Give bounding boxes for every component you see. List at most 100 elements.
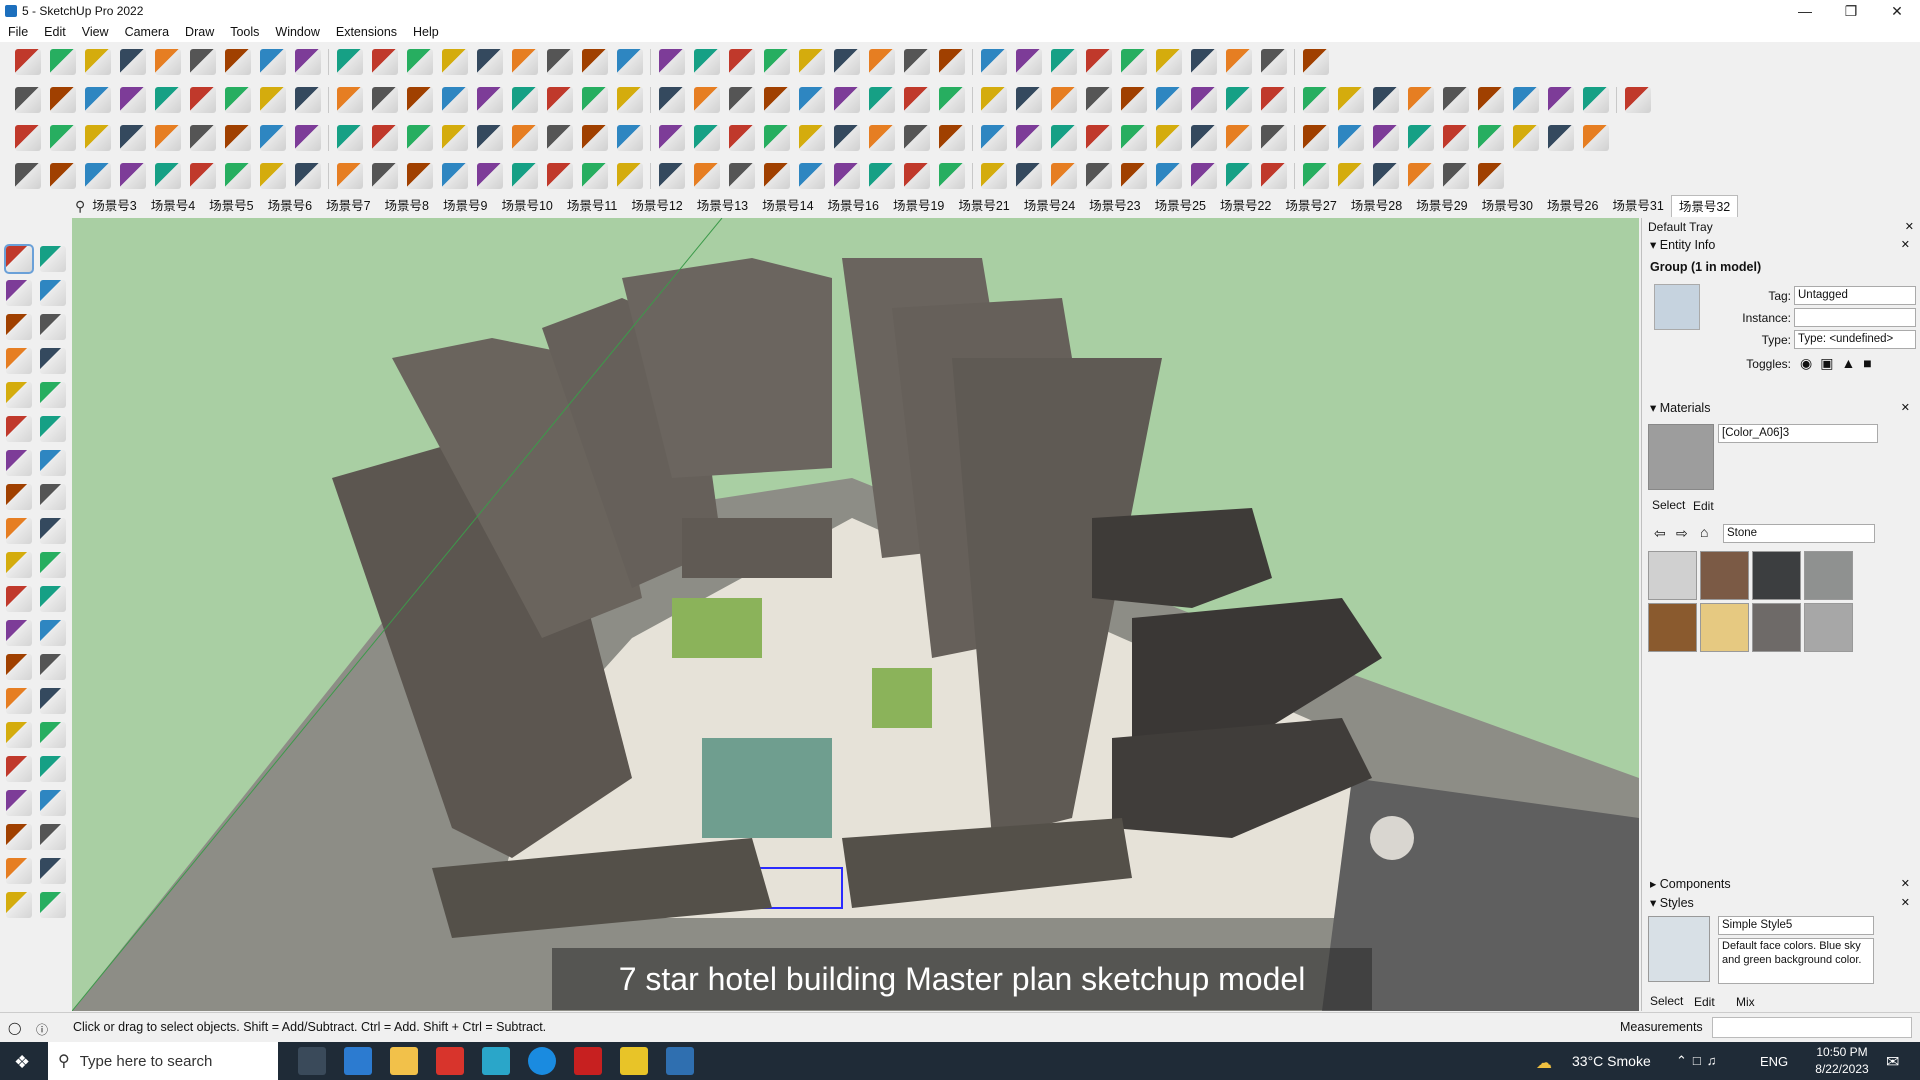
toolbar-tool-icon[interactable] (939, 163, 965, 189)
toolbar-tool-icon[interactable] (1191, 87, 1217, 113)
toolbar-tool-icon[interactable] (1156, 87, 1182, 113)
menu-file[interactable]: File (0, 22, 36, 42)
toolbar-tool-icon[interactable] (904, 163, 930, 189)
model-viewport[interactable]: 7 star hotel building Master plan sketch… (72, 218, 1639, 1011)
toolbar-tool-icon[interactable] (1303, 49, 1329, 75)
styles-tab-select[interactable]: Select (1650, 994, 1683, 1008)
toolbar-tool-icon[interactable] (442, 125, 468, 151)
scene-tab[interactable]: 场景号13 (690, 195, 755, 217)
toolbar-tool-icon[interactable] (1226, 87, 1252, 113)
toolbar-tool-icon[interactable] (190, 163, 216, 189)
left-tool-icon[interactable] (40, 382, 66, 408)
left-tool-icon[interactable] (40, 246, 66, 272)
toolbar-tool-icon[interactable] (50, 87, 76, 113)
toolbar-tool-icon[interactable] (1443, 125, 1469, 151)
nav-forward-icon[interactable]: ⇨ (1676, 525, 1688, 542)
toolbar-tool-icon[interactable] (1121, 49, 1147, 75)
scene-tab[interactable]: 场景号24 (1017, 195, 1082, 217)
left-tool-icon[interactable] (40, 450, 66, 476)
toolbar-tool-icon[interactable] (190, 49, 216, 75)
tray-close-icon[interactable]: ✕ (1905, 218, 1914, 236)
toolbar-tool-icon[interactable] (1191, 125, 1217, 151)
toolbar-tool-icon[interactable] (1373, 163, 1399, 189)
toolbar-tool-icon[interactable] (1226, 49, 1252, 75)
scene-tab[interactable]: 场景号12 (624, 195, 689, 217)
file-explorer-icon[interactable] (390, 1047, 418, 1075)
toolbar-tool-icon[interactable] (834, 125, 860, 151)
toolbar-tool-icon[interactable] (477, 87, 503, 113)
toolbar-tool-icon[interactable] (50, 49, 76, 75)
toolbar-tool-icon[interactable] (1226, 125, 1252, 151)
toolbar-tool-icon[interactable] (869, 49, 895, 75)
toolbar-tool-icon[interactable] (372, 49, 398, 75)
toolbar-tool-icon[interactable] (15, 49, 41, 75)
toolbar-tool-icon[interactable] (85, 125, 111, 151)
left-tool-icon[interactable] (6, 620, 32, 646)
toolbar-tool-icon[interactable] (1016, 163, 1042, 189)
toolbar-tool-icon[interactable] (834, 49, 860, 75)
toolbar-tool-icon[interactable] (617, 49, 643, 75)
toolbar-tool-icon[interactable] (295, 125, 321, 151)
scene-tab[interactable]: 场景号11 (560, 195, 624, 217)
toolbar-tool-icon[interactable] (1408, 163, 1434, 189)
toolbar-tool-icon[interactable] (729, 87, 755, 113)
toolbar-tool-icon[interactable] (1156, 163, 1182, 189)
nav-back-icon[interactable]: ⇦ (1654, 525, 1666, 542)
toolbar-tool-icon[interactable] (1086, 163, 1112, 189)
materials-tab-edit[interactable]: Edit (1693, 499, 1714, 513)
instance-input[interactable] (1794, 308, 1916, 327)
toolbar-tool-icon[interactable] (834, 163, 860, 189)
toolbar-tool-icon[interactable] (337, 87, 363, 113)
toolbar-tool-icon[interactable] (547, 163, 573, 189)
left-tool-icon[interactable] (40, 314, 66, 340)
toolbar-tool-icon[interactable] (1086, 49, 1112, 75)
toolbar-tool-icon[interactable] (1625, 87, 1651, 113)
toolbar-tool-icon[interactable] (407, 87, 433, 113)
toolbar-tool-icon[interactable] (1443, 163, 1469, 189)
toolbar-tool-icon[interactable] (1156, 49, 1182, 75)
toolbar-tool-icon[interactable] (1548, 125, 1574, 151)
left-tool-icon[interactable] (40, 824, 66, 850)
toolbar-tool-icon[interactable] (260, 163, 286, 189)
scene-tab[interactable]: 场景号8 (378, 195, 436, 217)
scene-tab[interactable]: 场景号30 (1475, 195, 1540, 217)
left-tool-icon[interactable] (6, 314, 32, 340)
toolbar-tool-icon[interactable] (659, 87, 685, 113)
left-tool-icon[interactable] (4, 244, 34, 274)
toolbar-tool-icon[interactable] (120, 163, 146, 189)
toolbar-tool-icon[interactable] (295, 49, 321, 75)
left-tool-icon[interactable] (40, 552, 66, 578)
left-tool-icon[interactable] (40, 484, 66, 510)
toolbar-tool-icon[interactable] (1086, 87, 1112, 113)
scene-tab[interactable]: 场景号19 (886, 195, 951, 217)
tag-select[interactable]: Untagged (1794, 286, 1916, 305)
toolbar-tool-icon[interactable] (477, 49, 503, 75)
toolbar-tool-icon[interactable] (1261, 49, 1287, 75)
scene-tab[interactable]: 场景号23 (1082, 195, 1147, 217)
material-swatch[interactable] (1804, 603, 1853, 652)
toolbar-tool-icon[interactable] (1408, 125, 1434, 151)
toolbar-tool-icon[interactable] (1051, 125, 1077, 151)
scene-tab[interactable]: 场景号25 (1148, 195, 1213, 217)
minimize-icon[interactable]: — (1782, 0, 1828, 22)
toolbar-tool-icon[interactable] (764, 49, 790, 75)
toolbar-tool-icon[interactable] (120, 49, 146, 75)
toolbar-tool-icon[interactable] (547, 49, 573, 75)
toolbar-tool-icon[interactable] (1261, 87, 1287, 113)
task-view-icon[interactable] (298, 1047, 326, 1075)
sketchup-taskbar-icon[interactable] (666, 1047, 694, 1075)
toolbar-tool-icon[interactable] (659, 49, 685, 75)
toolbar-tool-icon[interactable] (337, 125, 363, 151)
toolbar-tool-icon[interactable] (1513, 125, 1539, 151)
toolbar-tool-icon[interactable] (407, 125, 433, 151)
left-tool-icon[interactable] (40, 790, 66, 816)
toolbar-tool-icon[interactable] (442, 49, 468, 75)
toolbar-tool-icon[interactable] (372, 125, 398, 151)
toolbar-tool-icon[interactable] (295, 87, 321, 113)
toolbar-tool-icon[interactable] (904, 87, 930, 113)
toolbar-tool-icon[interactable] (1016, 87, 1042, 113)
toolbar-tool-icon[interactable] (694, 49, 720, 75)
toolbar-tool-icon[interactable] (1191, 163, 1217, 189)
material-swatch[interactable] (1700, 603, 1749, 652)
toolbar-tool-icon[interactable] (981, 87, 1007, 113)
